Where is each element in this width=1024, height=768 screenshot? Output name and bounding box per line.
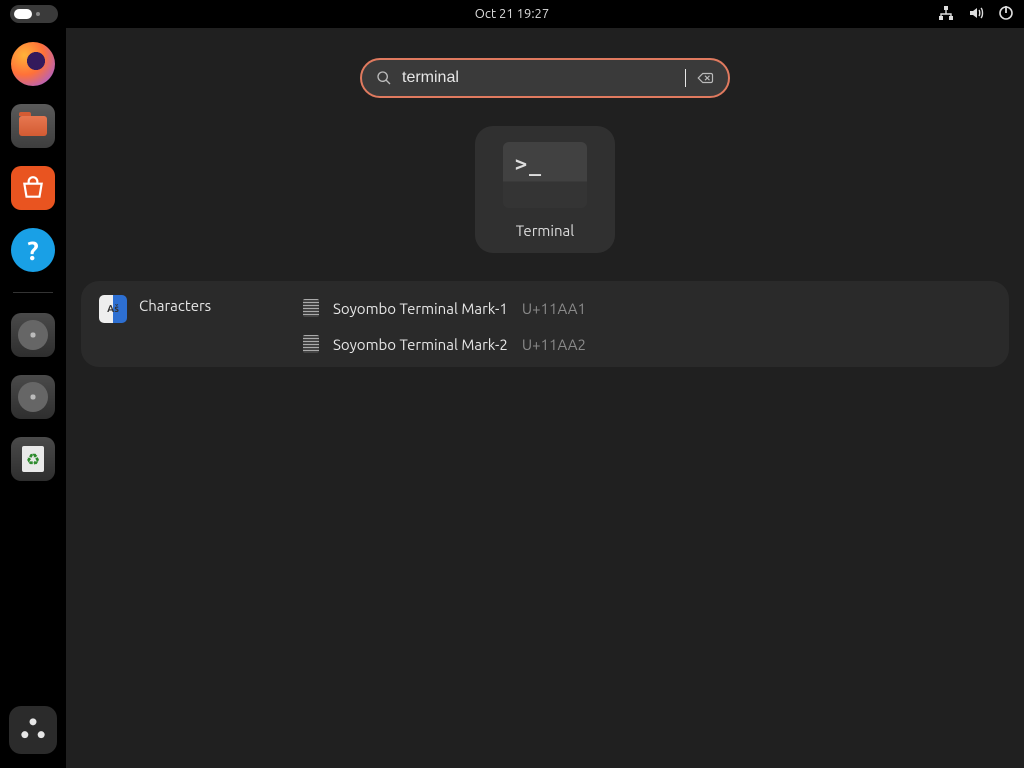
glyph-icon (303, 335, 319, 353)
character-code: U+11AA2 (522, 336, 586, 353)
dock-mounted-disk[interactable] (11, 313, 55, 357)
dock-separator (13, 292, 53, 293)
app-result-label: Terminal (516, 222, 574, 239)
network-icon[interactable] (938, 5, 954, 24)
search-input[interactable] (402, 69, 683, 87)
activities-pill[interactable] (10, 5, 58, 23)
activities-overview: >_ Terminal Aš Characters Soyombo Termin… (66, 28, 1024, 768)
dock-app-firefox[interactable] (11, 42, 55, 86)
clock[interactable]: Oct 21 19:27 (475, 7, 549, 21)
volume-icon[interactable] (968, 5, 984, 24)
app-result-terminal[interactable]: >_ Terminal (475, 126, 615, 253)
search-icon (376, 70, 392, 86)
character-code: U+11AA1 (522, 300, 586, 317)
top-bar: Oct 21 19:27 (0, 0, 1024, 28)
character-result-row[interactable]: Soyombo Terminal Mark-1 U+11AA1 (303, 299, 991, 317)
characters-panel-title: Characters (139, 297, 211, 314)
characters-result-panel: Aš Characters Soyombo Terminal Mark-1 U+… (81, 281, 1009, 367)
dock-app-help[interactable]: ? (11, 228, 55, 272)
character-name: Soyombo Terminal Mark-1 (333, 300, 508, 317)
show-apps-button[interactable] (9, 706, 57, 754)
character-result-row[interactable]: Soyombo Terminal Mark-2 U+11AA2 (303, 335, 991, 353)
power-icon[interactable] (998, 5, 1014, 24)
text-cursor (685, 69, 686, 87)
dock-app-software[interactable] (11, 166, 55, 210)
character-name: Soyombo Terminal Mark-2 (333, 336, 508, 353)
dock-trash[interactable]: ♻ (11, 437, 55, 481)
terminal-icon: >_ (503, 142, 587, 208)
characters-app-icon: Aš (99, 295, 127, 323)
dock: ? ♻ (0, 28, 66, 768)
search-bar[interactable] (360, 58, 730, 98)
clear-search-icon[interactable] (696, 69, 714, 87)
dock-app-files[interactable] (11, 104, 55, 148)
dock-mounted-disk[interactable] (11, 375, 55, 419)
glyph-icon (303, 299, 319, 317)
